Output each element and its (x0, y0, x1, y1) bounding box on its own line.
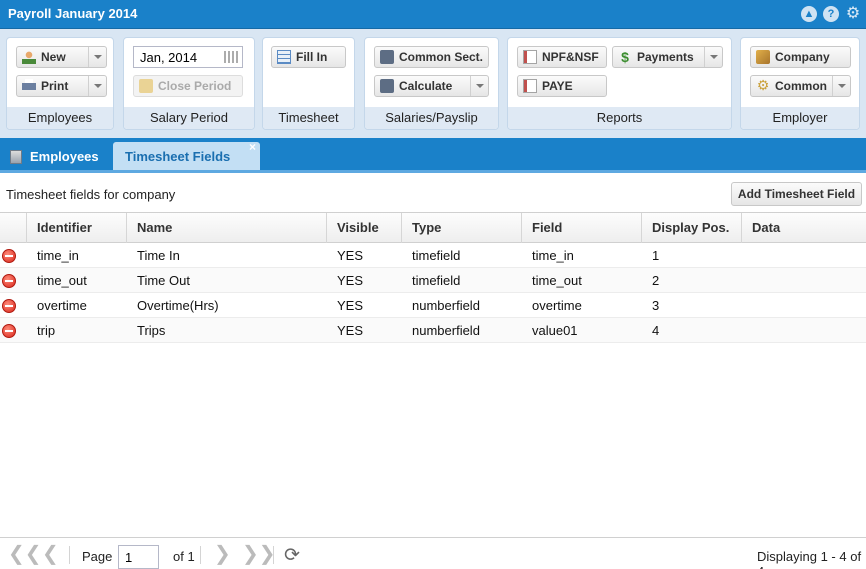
common-sect-button[interactable]: Common Sect. (374, 46, 489, 68)
calculator-icon (380, 50, 394, 64)
pager-separator (200, 546, 201, 564)
payments-button[interactable]: $ Payments (612, 46, 723, 68)
delete-icon[interactable] (2, 274, 16, 288)
delete-icon[interactable] (2, 299, 16, 313)
page-count-label: of 1 (173, 549, 195, 564)
dollar-icon: $ (621, 49, 629, 65)
header-type[interactable]: Type (402, 213, 522, 243)
gear-icon[interactable]: ⚙ (845, 6, 861, 22)
group-reports: NPF&NSF $ Payments PAYE Reports (507, 37, 732, 130)
tab-timesheet-fields[interactable]: Timesheet Fields × (113, 140, 260, 173)
title-bar: Payroll January 2014 ▲ ? ⚙ (0, 0, 866, 29)
pager-separator (273, 546, 274, 564)
add-timesheet-field-button[interactable]: Add Timesheet Field (731, 182, 862, 206)
window-title: Payroll January 2014 (8, 6, 138, 21)
employees-icon (10, 150, 22, 164)
group-employer: Company ⚙ Common Employer (740, 37, 860, 130)
grid-header: Identifier Name Visible Type Field Displ… (0, 212, 866, 243)
add-user-icon (22, 50, 36, 64)
fill-in-button[interactable]: Fill In (271, 46, 346, 68)
group-label-salary-period: Salary Period (124, 107, 254, 129)
print-button[interactable]: Print (16, 75, 107, 97)
tab-employees[interactable]: Employees (0, 142, 111, 173)
help-icon[interactable]: ? (823, 6, 839, 22)
calendar-icon[interactable] (224, 51, 238, 63)
calculate-button[interactable]: Calculate (374, 75, 489, 97)
group-label-salaries: Salaries/Payslip (365, 107, 498, 129)
group-label-employees: Employees (7, 107, 113, 129)
header-display-pos[interactable]: Display Pos. (642, 213, 742, 243)
display-info: Displaying 1 - 4 of 4 (757, 549, 862, 569)
ribbon: New Print Employees Jan, 2014 Close Peri… (0, 29, 866, 138)
next-page-icon[interactable]: ❯ (214, 542, 231, 566)
page-number-input[interactable] (118, 545, 159, 569)
close-icon[interactable]: × (249, 133, 256, 162)
chevron-down-icon[interactable] (88, 76, 106, 96)
pager-separator (69, 546, 70, 564)
calculator-icon (380, 79, 394, 93)
delete-icon[interactable] (2, 249, 16, 263)
last-page-icon[interactable]: ❯❯ (242, 542, 276, 566)
table-row[interactable]: overtime Overtime(Hrs) YES numberfield o… (0, 293, 866, 318)
chevron-down-icon[interactable] (470, 76, 488, 96)
prev-page-icon[interactable]: ❮ (42, 542, 59, 566)
group-salaries: Common Sect. Calculate Salaries/Payslip (364, 37, 499, 130)
group-label-reports: Reports (508, 107, 731, 129)
paye-button[interactable]: PAYE (517, 75, 607, 97)
new-button[interactable]: New (16, 46, 107, 68)
header-identifier[interactable]: Identifier (27, 213, 127, 243)
header-name[interactable]: Name (127, 213, 327, 243)
npf-nsf-button[interactable]: NPF&NSF (517, 46, 607, 68)
group-timesheet: Fill In Timesheet (262, 37, 355, 130)
printer-icon (22, 79, 36, 93)
chevron-down-icon[interactable] (832, 76, 850, 96)
group-employees: New Print Employees (6, 37, 114, 130)
header-data[interactable]: Data (742, 213, 866, 243)
grid-toolbar: Timesheet fields for company Add Timeshe… (0, 173, 866, 213)
company-icon (756, 50, 770, 64)
report-icon (523, 79, 537, 93)
page-label: Page (82, 549, 113, 564)
lock-icon (139, 79, 153, 93)
first-page-icon[interactable]: ❮❮ (8, 542, 42, 566)
header-visible[interactable]: Visible (327, 213, 402, 243)
table-row[interactable]: time_out Time Out YES timefield time_out… (0, 268, 866, 293)
group-label-timesheet: Timesheet (263, 107, 354, 129)
group-salary-period: Jan, 2014 Close Period Salary Period (123, 37, 255, 130)
company-button[interactable]: Company (750, 46, 851, 68)
period-date-field[interactable]: Jan, 2014 (133, 46, 243, 68)
chevron-down-icon[interactable] (704, 47, 722, 67)
table-row[interactable]: time_in Time In YES timefield time_in 1 (0, 243, 866, 268)
paging-toolbar: ❮❮ ❮ Page of 1 ❯ ❯❯ ⟳ Displaying 1 - 4 o… (0, 537, 866, 569)
header-field[interactable]: Field (522, 213, 642, 243)
grid-icon (277, 50, 291, 64)
report-icon (523, 50, 537, 64)
header-action (0, 213, 27, 243)
delete-icon[interactable] (2, 324, 16, 338)
group-label-employer: Employer (741, 107, 859, 129)
chevron-down-icon[interactable] (88, 47, 106, 67)
close-period-button[interactable]: Close Period (133, 75, 243, 97)
common-button[interactable]: ⚙ Common (750, 75, 851, 97)
table-row[interactable]: trip Trips YES numberfield value01 4 (0, 318, 866, 343)
gear-icon: ⚙ (756, 77, 770, 93)
tab-bar: Employees Timesheet Fields × (0, 138, 866, 173)
toolbar-caption: Timesheet fields for company (6, 187, 176, 202)
collapse-icon[interactable]: ▲ (801, 6, 817, 22)
refresh-icon[interactable]: ⟳ (284, 544, 300, 568)
